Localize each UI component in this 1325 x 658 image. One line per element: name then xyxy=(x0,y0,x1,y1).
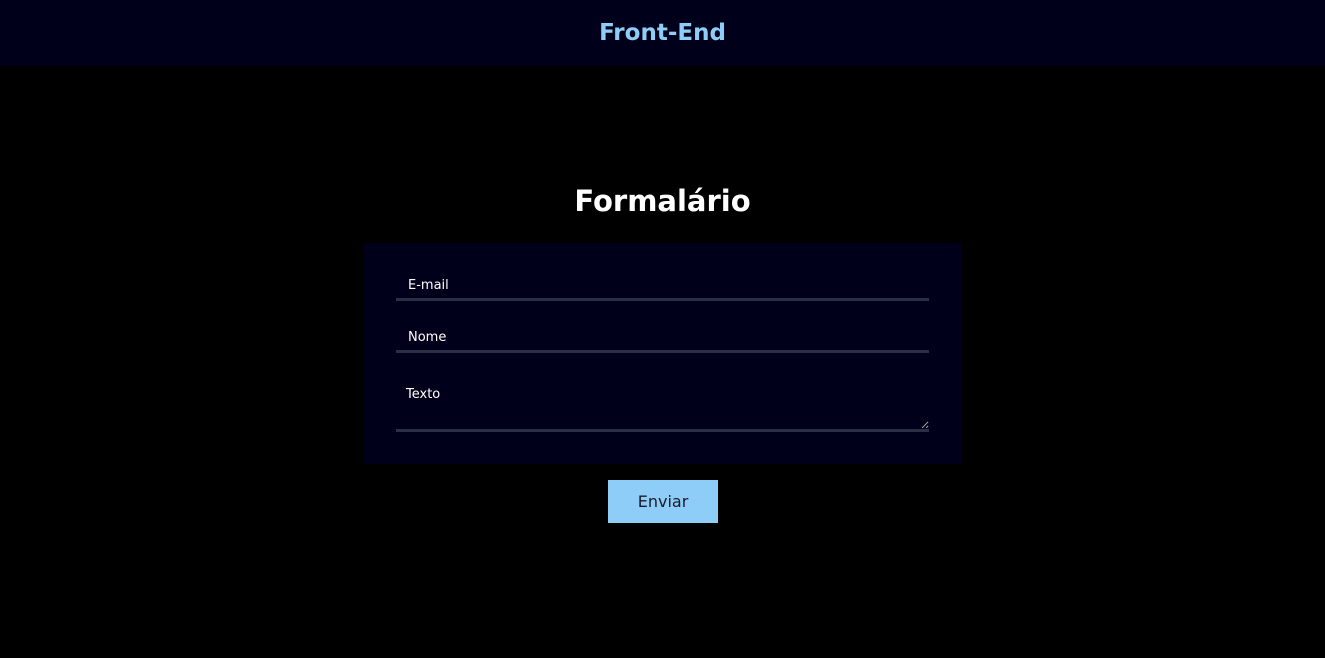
name-field-wrapper xyxy=(396,325,929,353)
submit-button[interactable]: Enviar xyxy=(608,480,718,523)
top-bar: Front-End xyxy=(0,0,1325,66)
email-field-wrapper xyxy=(396,273,929,301)
brand-title: Front-End xyxy=(599,20,726,46)
text-area[interactable] xyxy=(396,383,929,429)
contact-form xyxy=(364,243,961,464)
email-input[interactable] xyxy=(396,273,929,298)
text-field-wrapper xyxy=(396,383,929,432)
name-input[interactable] xyxy=(396,325,929,350)
form-title: Formalário xyxy=(574,184,751,218)
